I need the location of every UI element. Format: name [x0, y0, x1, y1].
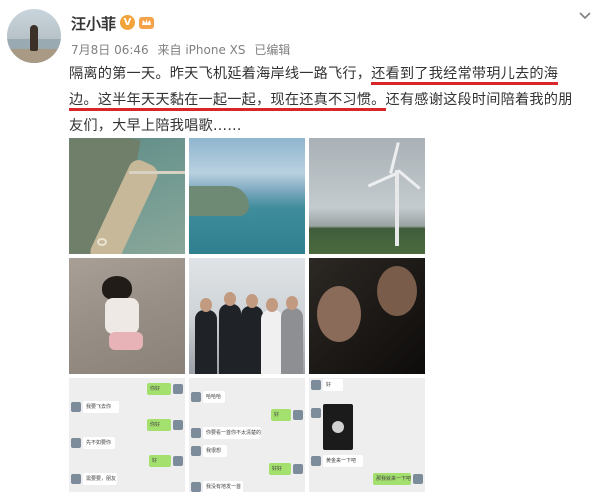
post-meta: 7月8日 06:46 来自 iPhone XS 已编辑 [71, 41, 295, 58]
chat-message: 你要看一首你不太清楚的 [206, 430, 262, 436]
avatar[interactable] [7, 9, 61, 63]
post-date[interactable]: 7月8日 06:46 [71, 43, 149, 57]
author-name[interactable]: 汪小菲 [71, 13, 116, 34]
chat-screenshot-2[interactable]: 哈哈哈 好 你要看一首你不太清楚的 我很想 好好 我没有地发一首 [189, 378, 305, 492]
text-segment: 隔离的第一天。昨天飞机延着海岸线一路飞行， [69, 66, 372, 82]
avatar-person [30, 25, 38, 51]
chat-message: 好好 [272, 466, 283, 472]
chat-message: 你好 [150, 386, 161, 392]
post-source: 来自 iPhone XS [157, 43, 246, 57]
chat-message: 黄金来一下吧 [326, 458, 357, 464]
text-segment: 友们，大早上陪我唱歌…… [69, 118, 242, 134]
photo-coastline[interactable] [69, 138, 185, 254]
highlighted-text: 边。这半年天天黏在一起一起，现在还真不习惯。 [69, 92, 386, 111]
post-edited: 已编辑 [254, 43, 291, 57]
chat-message: 我要飞去你 [86, 404, 112, 410]
chat-message: 好 [152, 458, 158, 464]
chat-message: 那我就来一下吧 [376, 476, 412, 482]
chat-screenshot-3[interactable]: 好 黄金来一下吧 那我就来一下吧 [309, 378, 425, 492]
avatar-sand [7, 49, 61, 63]
chevron-down-icon[interactable] [578, 11, 592, 21]
photo-group-of-men[interactable] [189, 258, 305, 374]
chat-message: 好 [326, 382, 332, 388]
photo-selfie[interactable] [309, 258, 425, 374]
crown-icon [139, 17, 154, 29]
post-text-line-1: 隔离的第一天。昨天飞机延着海岸线一路飞行，还看到了我经常带玥儿去的海 [69, 61, 589, 87]
chat-message: 哈哈哈 [206, 394, 222, 400]
chat-screenshot-1[interactable]: 你好 我要飞去你 你好 先不如要你 好 需要要，朋友 [69, 378, 185, 492]
chat-message: 好 [274, 412, 280, 418]
photo-wind-turbine[interactable] [309, 138, 425, 254]
text-segment: 还有感谢这段时间陪着我的朋 [385, 92, 573, 108]
chat-message: 需要要，朋友 [86, 476, 117, 482]
photo-child-on-beach[interactable] [69, 258, 185, 374]
chat-message: 我很想 [206, 448, 222, 454]
highlighted-text: 还看到了我经常带玥儿去的海 [371, 66, 559, 85]
chat-message: 我没有地发一首 [206, 484, 242, 490]
post-text: 隔离的第一天。昨天飞机延着海岸线一路飞行，还看到了我经常带玥儿去的海 边。这半年… [69, 61, 589, 139]
verified-badge-icon: V [120, 15, 135, 30]
post-text-line-3: 友们，大早上陪我唱歌…… [69, 113, 589, 139]
video-thumbnail[interactable] [323, 404, 353, 450]
chat-message: 先不如要你 [86, 440, 112, 446]
photo-sea-view[interactable] [189, 138, 305, 254]
chat-message: 你好 [150, 422, 161, 428]
post-text-line-2: 边。这半年天天黏在一起一起，现在还真不习惯。还有感谢这段时间陪着我的朋 [69, 87, 589, 113]
